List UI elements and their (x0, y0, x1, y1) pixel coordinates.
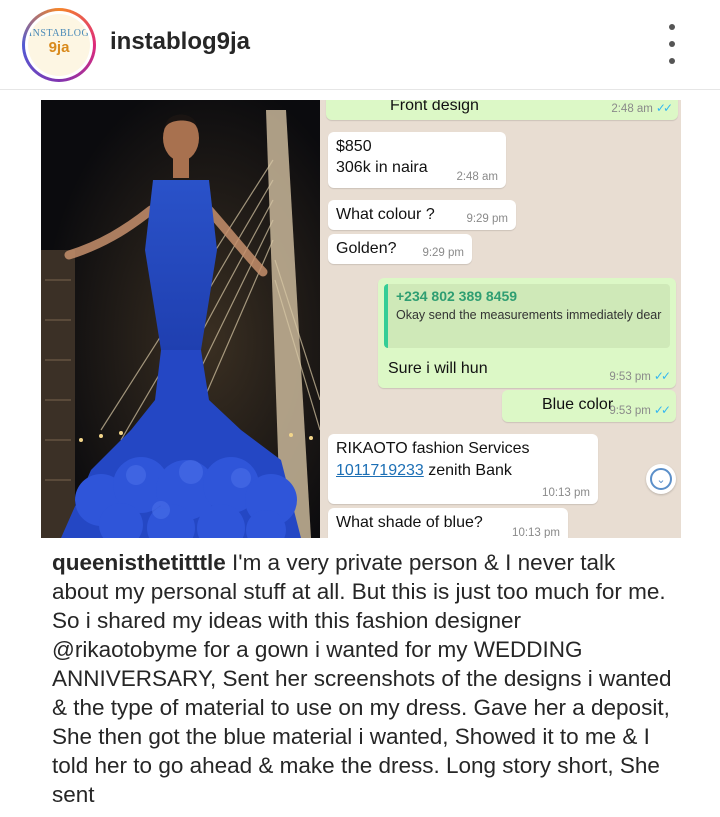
message-time: 10:13 pm (512, 527, 560, 538)
time-text: 9:53 pm (609, 405, 651, 417)
chat-message-incoming: RIKAOTO fashion Services 1011719233 zeni… (328, 434, 598, 504)
logo-text-bottom: 9ja (48, 39, 70, 56)
avatar-inner: INSTABLOG 9ja (25, 11, 93, 79)
more-dot (669, 41, 675, 47)
quoted-message: +234 802 389 8459 Okay send the measurem… (384, 284, 670, 348)
message-text-line1: RIKAOTO fashion Services (336, 440, 530, 457)
message-time: 2:48 am (456, 171, 498, 183)
more-dot (669, 24, 675, 30)
gown-photo-illustration (41, 100, 320, 538)
more-options-icon[interactable] (664, 24, 680, 64)
message-text-line1: $850 (336, 138, 372, 155)
post-username[interactable]: instablog9ja (110, 28, 250, 56)
post-header: INSTABLOG 9ja instablog9ja (0, 0, 720, 90)
instablog9ja-logo: INSTABLOG 9ja (28, 14, 90, 76)
message-time: 2:48 am ✓✓ (611, 101, 673, 115)
message-time: 9:53 pm ✓✓ (609, 369, 671, 383)
chat-message-incoming: Golden? 9:29 pm (328, 234, 472, 264)
caption-mention-link[interactable]: @rikaotobyme (52, 637, 197, 662)
account-number-link[interactable]: 1011719233 (336, 462, 424, 479)
chevron-down-circle-icon: ⌄ (650, 468, 672, 490)
profile-avatar[interactable]: INSTABLOG 9ja (22, 8, 96, 82)
read-ticks-icon: ✓✓ (653, 369, 671, 383)
more-dot (669, 58, 675, 64)
quoted-text: Okay send the measurements immediately d… (396, 308, 662, 322)
quoted-sender: +234 802 389 8459 (396, 288, 518, 304)
post-image[interactable]: Front design 2:48 am ✓✓ $850 306k in nair… (41, 100, 681, 538)
read-ticks-icon: ✓✓ (653, 403, 671, 417)
chat-message-outgoing: Blue color 9:53 pm ✓✓ (502, 390, 676, 422)
message-time: 9:29 pm (422, 247, 464, 259)
chat-message-outgoing: Front design 2:48 am ✓✓ (326, 100, 678, 120)
chat-message-incoming: What shade of blue? 10:13 pm (328, 508, 568, 538)
caption-username[interactable]: queenisthetitttle (52, 550, 226, 575)
message-time: 10:13 pm (542, 487, 590, 499)
message-text: Front design (390, 100, 479, 114)
message-text: Sure i will hun (388, 360, 488, 377)
post-caption: queenisthetitttle I'm a very private per… (52, 548, 672, 809)
chat-message-incoming: $850 306k in naira 2:48 am (328, 132, 506, 188)
account-line: 1011719233 zenith Bank (336, 462, 590, 480)
chat-message-outgoing-reply: +234 802 389 8459 Okay send the measurem… (378, 278, 676, 388)
message-text: What colour ? (336, 206, 435, 223)
gown-photo (41, 100, 320, 538)
message-text: Blue color (542, 396, 614, 413)
message-time: 9:53 pm ✓✓ (609, 403, 671, 417)
time-text: 2:48 am (611, 103, 653, 115)
time-text: 9:53 pm (609, 371, 651, 383)
logo-text-top: INSTABLOG (28, 28, 90, 39)
caption-text-part2: for a gown i wanted for my WEDDING ANNIV… (52, 637, 672, 807)
bank-name: zenith Bank (428, 462, 512, 479)
message-time: 9:29 pm (466, 213, 508, 225)
message-text: What shade of blue? (336, 514, 483, 531)
read-ticks-icon: ✓✓ (655, 101, 673, 115)
message-text: Golden? (336, 240, 397, 257)
scroll-down-button[interactable]: ⌄ (646, 464, 676, 494)
chat-message-incoming: What colour ? 9:29 pm (328, 200, 516, 230)
whatsapp-chat-screenshot: Front design 2:48 am ✓✓ $850 306k in nair… (320, 100, 681, 538)
